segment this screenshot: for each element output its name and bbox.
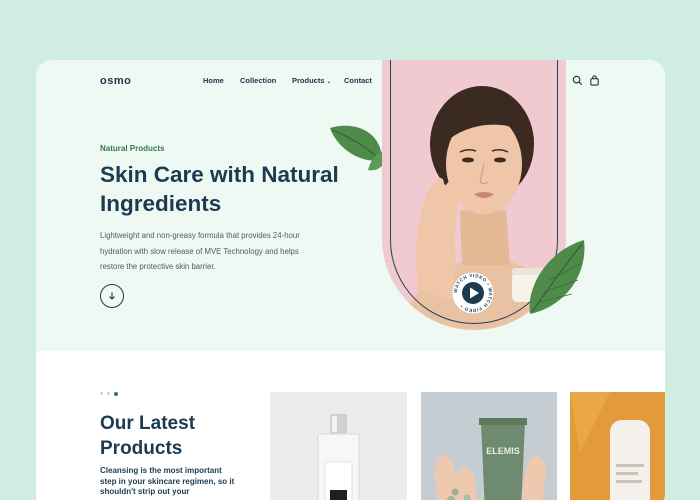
hero-eyebrow: Natural Products [100, 144, 165, 153]
nav-link-products-label: Products [292, 76, 325, 85]
hero-headline: Skin Care with Natural Ingredients [100, 162, 339, 216]
product-card[interactable]: ELEMIS [421, 392, 557, 500]
hero-section: WATCH VIDEO • WATCH VIDEO • osmo Home Co… [36, 60, 665, 351]
carousel-dot[interactable] [107, 392, 110, 395]
search-icon[interactable] [572, 75, 583, 86]
nav-link-home[interactable]: Home [203, 76, 224, 85]
serum-bottle-image [570, 392, 665, 500]
leaf-decoration-right [529, 240, 585, 314]
carousel-dot-active[interactable] [114, 391, 118, 396]
latest-products-section: Our Latest Products Cleansing is the mos… [36, 351, 665, 500]
hero-description: Lightweight and non-greasy formula that … [100, 231, 300, 271]
scroll-down-button[interactable] [100, 284, 124, 308]
product-card[interactable] [570, 392, 665, 500]
nav-link-products[interactable]: Products ⌄ [292, 76, 332, 85]
perfume-bottle-image [270, 392, 407, 500]
product-brand-label: ELEMIS [486, 446, 520, 456]
nav-link-contact[interactable]: Contact [344, 76, 372, 85]
nav-link-collection[interactable]: Collection [240, 76, 276, 85]
browser-frame: WATCH VIDEO • WATCH VIDEO • osmo Home Co… [36, 60, 665, 500]
arrow-down-icon [109, 292, 115, 300]
chevron-down-icon: ⌄ [326, 79, 332, 85]
elemis-tube-image: ELEMIS [421, 392, 557, 500]
product-card[interactable] [270, 392, 407, 500]
play-icon: WATCH VIDEO • WATCH VIDEO • [452, 272, 494, 314]
shopping-bag-icon[interactable] [589, 75, 600, 86]
watch-video-button[interactable]: WATCH VIDEO • WATCH VIDEO • [452, 272, 494, 314]
latest-products-title: Our Latest Products [100, 413, 196, 459]
brand-logo[interactable]: osmo [100, 75, 131, 87]
carousel-dot[interactable] [100, 392, 103, 395]
latest-products-description: Cleansing is the most important step in … [100, 466, 235, 496]
